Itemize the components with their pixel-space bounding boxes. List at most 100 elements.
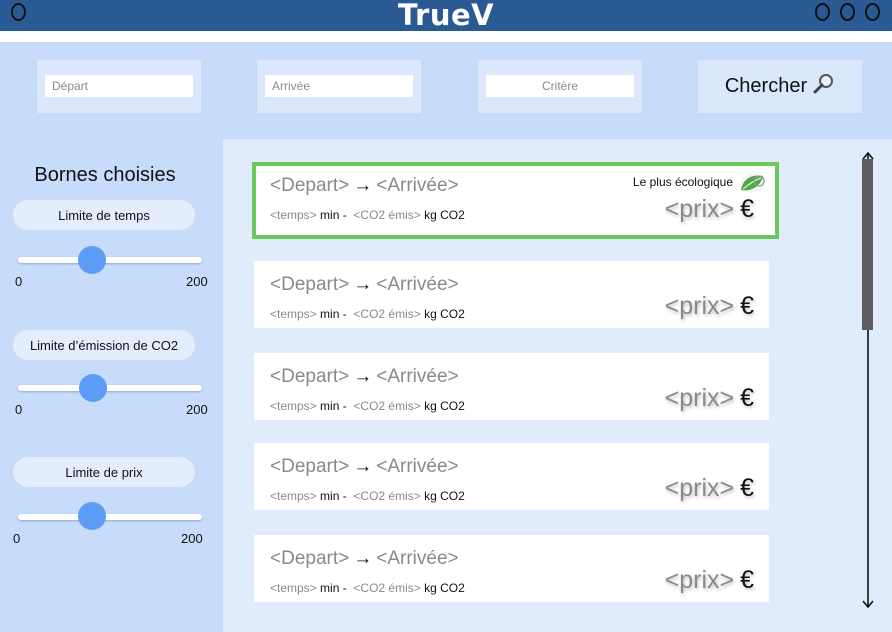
result-card[interactable]: <Depart> → <Arrivée> <temps> min - <CO2 ém… <box>254 261 769 328</box>
results-panel: <Depart> → <Arrivée> <temps> min - <CO2 ém… <box>223 139 892 632</box>
result-card[interactable]: <Depart> → <Arrivée> <temps> min - <CO2 ém… <box>254 443 769 510</box>
route-arrow: → <box>353 366 373 387</box>
route-co2: <CO2 émis> <box>353 399 421 413</box>
route-arrivee: <Arrivée> <box>376 548 459 569</box>
route-co2-unit: kg CO2 <box>424 489 465 503</box>
route-arrivee: <Arrivée> <box>376 274 459 295</box>
route-meta: <temps> min - <CO2 émis> kg CO2 <box>270 307 465 321</box>
filter-label-prix: Limite de prix <box>13 457 195 487</box>
critere-input[interactable]: Critère <box>486 75 634 97</box>
slider-min-temps: 0 <box>15 274 23 289</box>
circle-icon[interactable] <box>815 3 830 21</box>
route-arrow: → <box>353 548 373 569</box>
route-price: <prix> € <box>665 566 754 595</box>
route-arrow: → <box>353 456 373 477</box>
price-value: <prix> <box>664 566 735 594</box>
price-currency: € <box>740 474 754 502</box>
circle-icon[interactable] <box>840 3 855 21</box>
route-arrivee: <Arrivée> <box>376 175 459 196</box>
route-min-label: min - <box>320 489 347 503</box>
result-card-best[interactable]: <Depart> → <Arrivée> <temps> min - <CO2 ém… <box>252 162 779 239</box>
route-co2-unit: kg CO2 <box>424 208 465 222</box>
price-value: <prix> <box>664 474 735 502</box>
route-min-label: min - <box>320 208 347 222</box>
search-button-label: Chercher <box>724 75 808 97</box>
search-button[interactable]: Chercher <box>698 60 862 113</box>
slider-max-co2: 200 <box>186 402 208 417</box>
route-co2-unit: kg CO2 <box>424 581 465 595</box>
route-arrivee: <Arrivée> <box>376 456 459 477</box>
slider-min-co2: 0 <box>15 402 23 417</box>
depart-input[interactable]: Départ <box>45 75 193 97</box>
price-currency: € <box>740 292 754 320</box>
eco-badge: Le plus écologique <box>632 175 733 189</box>
route-arrow: → <box>353 274 373 295</box>
route-depart: <Depart> <box>270 456 350 477</box>
route-price: <prix> € <box>665 292 754 321</box>
route-depart: <Depart> <box>270 548 350 569</box>
result-card[interactable]: <Depart> → <Arrivée> <temps> min - <CO2 ém… <box>254 353 769 420</box>
slider-max-prix: 200 <box>181 531 203 546</box>
route-temps: <temps> <box>270 208 317 222</box>
route-co2: <CO2 émis> <box>353 489 421 503</box>
route-meta: <temps> min - <CO2 émis> kg CO2 <box>270 489 465 503</box>
price-currency: € <box>740 195 754 223</box>
route-co2: <CO2 émis> <box>353 208 421 222</box>
result-card[interactable]: <Depart> → <Arrivée> <temps> min - <CO2 ém… <box>254 535 769 602</box>
slider-track-temps[interactable] <box>18 257 202 263</box>
price-currency: € <box>740 566 754 594</box>
slider-knob-co2[interactable] <box>79 374 107 402</box>
app-header: TrueV <box>0 0 892 32</box>
critere-box: Critère <box>478 60 642 113</box>
leaf-icon <box>737 170 767 194</box>
route-co2: <CO2 émis> <box>353 307 421 321</box>
arrivee-box: Arrivée <box>257 60 421 113</box>
route-title: <Depart> → <Arrivée> <box>270 175 459 197</box>
route-title: <Depart> → <Arrivée> <box>270 274 459 296</box>
filter-label-co2: Limite d’émission de CO2 <box>13 330 195 360</box>
route-price: <prix> € <box>665 474 754 503</box>
slider-track-co2[interactable] <box>18 385 202 391</box>
route-title: <Depart> → <Arrivée> <box>270 548 459 570</box>
circle-icon[interactable] <box>865 3 880 21</box>
route-co2-unit: kg CO2 <box>424 399 465 413</box>
price-value: <prix> <box>664 384 735 412</box>
route-title: <Depart> → <Arrivée> <box>270 366 459 388</box>
route-depart: <Depart> <box>270 274 350 295</box>
route-price: <prix> € <box>665 195 754 224</box>
route-depart: <Depart> <box>270 175 350 196</box>
arrivee-input[interactable]: Arrivée <box>265 75 413 97</box>
route-temps: <temps> <box>270 399 317 413</box>
route-arrivee: <Arrivée> <box>376 366 459 387</box>
route-co2: <CO2 émis> <box>353 581 421 595</box>
route-min-label: min - <box>320 307 347 321</box>
header-divider <box>0 31 892 42</box>
search-bar: Départ Arrivée Critère Chercher <box>0 42 892 139</box>
price-currency: € <box>740 384 754 412</box>
slider-knob-temps[interactable] <box>78 246 106 274</box>
slider-knob-prix[interactable] <box>78 502 106 530</box>
filter-label-temps: Limite de temps <box>13 200 195 230</box>
slider-max-temps: 200 <box>186 274 208 289</box>
magnifier-icon <box>813 73 835 101</box>
route-price: <prix> € <box>665 384 754 413</box>
app-title: TrueV <box>397 0 495 32</box>
route-arrow: → <box>353 175 373 196</box>
sidebar-title: Bornes choisies <box>34 164 176 186</box>
slider-track-prix[interactable] <box>18 514 202 520</box>
route-min-label: min - <box>320 581 347 595</box>
filters-sidebar: Bornes choisies Limite de temps 0 200 Li… <box>0 139 223 632</box>
price-value: <prix> <box>664 195 735 223</box>
route-meta: <temps> min - <CO2 émis> kg CO2 <box>270 399 465 413</box>
price-value: <prix> <box>664 292 735 320</box>
route-meta: <temps> min - <CO2 émis> kg CO2 <box>270 208 465 222</box>
route-title: <Depart> → <Arrivée> <box>270 456 459 478</box>
route-depart: <Depart> <box>270 366 350 387</box>
route-temps: <temps> <box>270 581 317 595</box>
route-co2-unit: kg CO2 <box>424 307 465 321</box>
depart-box: Départ <box>37 60 201 113</box>
scrollbar-thumb[interactable] <box>862 159 873 330</box>
route-min-label: min - <box>320 399 347 413</box>
route-meta: <temps> min - <CO2 émis> kg CO2 <box>270 581 465 595</box>
route-temps: <temps> <box>270 307 317 321</box>
